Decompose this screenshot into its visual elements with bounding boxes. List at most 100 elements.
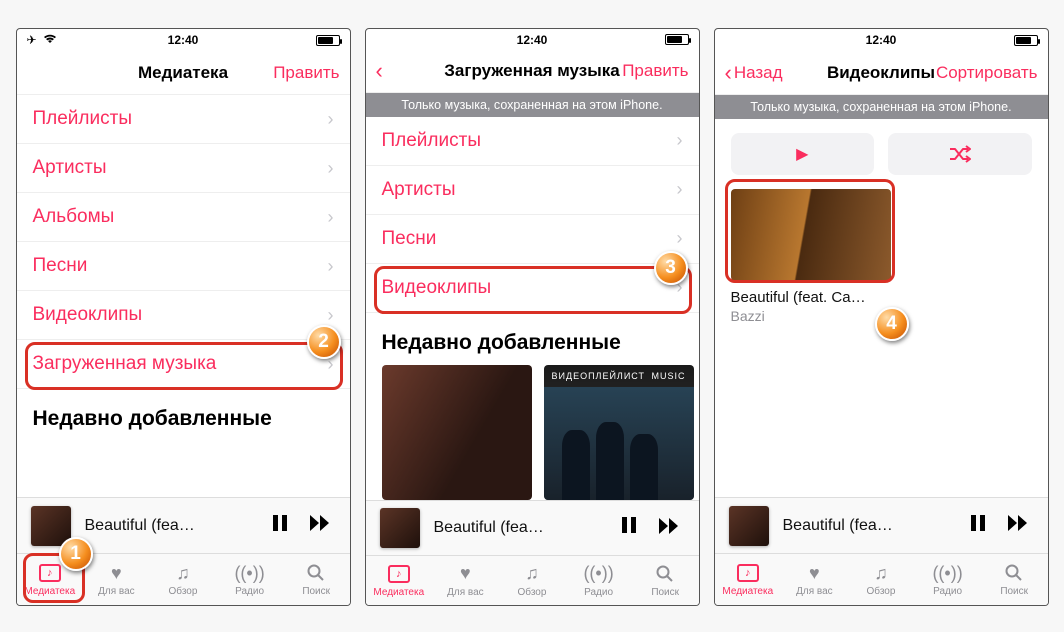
search-icon bbox=[304, 562, 328, 584]
search-icon bbox=[1002, 562, 1026, 584]
artwork-thumb[interactable] bbox=[382, 365, 532, 501]
chevron-right-icon: › bbox=[328, 256, 334, 277]
mini-player[interactable]: Beautiful (fea… bbox=[366, 500, 699, 554]
tab-search[interactable]: Поиск bbox=[283, 554, 350, 605]
shuffle-icon bbox=[949, 145, 971, 163]
row-artists[interactable]: Артисты› bbox=[366, 166, 699, 215]
recents-heading: Недавно добавленные bbox=[366, 313, 699, 365]
row-videos[interactable]: Видеоклипы › bbox=[17, 291, 350, 340]
tab-foryou[interactable]: ♥Для вас bbox=[781, 554, 848, 605]
edit-button[interactable]: Править bbox=[620, 61, 689, 81]
mini-player[interactable]: Beautiful (fea… bbox=[715, 497, 1048, 553]
tab-label: Радио bbox=[584, 587, 613, 598]
radio-icon: ((•)) bbox=[587, 563, 611, 585]
video-item[interactable]: Beautiful (feat. Ca… Bazzi bbox=[731, 189, 891, 324]
row-label: Артисты bbox=[382, 179, 456, 201]
step-badge-2: 2 bbox=[307, 325, 341, 359]
mini-player-title: Beautiful (fea… bbox=[434, 519, 603, 537]
tab-bar: Медиатека ♥Для вас ♫Обзор ((•)) Радио Пои… bbox=[715, 553, 1048, 605]
tab-label: Поиск bbox=[1000, 586, 1028, 597]
row-songs[interactable]: Песни› bbox=[366, 215, 699, 264]
chevron-right-icon: › bbox=[677, 228, 683, 249]
pause-icon[interactable] bbox=[268, 514, 292, 538]
wifi-icon bbox=[43, 33, 57, 47]
mini-player-artwork bbox=[31, 506, 71, 546]
radio-icon: ((•)) bbox=[238, 562, 262, 584]
tab-radio[interactable]: ((•)) Радио bbox=[565, 556, 632, 605]
row-artists[interactable]: Артисты› bbox=[17, 144, 350, 193]
tab-label: Поиск bbox=[302, 586, 330, 597]
row-playlists[interactable]: Плейлисты › bbox=[17, 95, 350, 144]
library-list: Плейлисты› Артисты› Альбомы› Песни› Виде… bbox=[17, 95, 350, 389]
row-songs[interactable]: Песни› bbox=[17, 242, 350, 291]
row-label: Загруженная музыка bbox=[33, 353, 217, 375]
tab-label: Радио bbox=[933, 586, 962, 597]
info-banner: Только музыка, сохраненная на этом iPhon… bbox=[715, 95, 1048, 119]
tab-browse[interactable]: ♫Обзор bbox=[150, 554, 217, 605]
row-label: Плейлисты bbox=[33, 108, 132, 130]
note-icon: ♫ bbox=[869, 562, 893, 584]
battery-icon bbox=[316, 35, 340, 46]
pause-icon[interactable] bbox=[617, 516, 641, 540]
status-time: 12:40 bbox=[168, 33, 199, 47]
row-label: Артисты bbox=[33, 157, 107, 179]
nav-header: ‹Назад Видеоклипы Сортировать bbox=[715, 51, 1048, 95]
tab-browse[interactable]: ♫Обзор bbox=[499, 556, 566, 605]
mini-player-artwork bbox=[380, 508, 420, 548]
chevron-right-icon: › bbox=[677, 130, 683, 151]
status-bar: ✈ 12:40 bbox=[17, 29, 350, 51]
chevron-left-icon: ‹ bbox=[725, 62, 732, 84]
phone-screen-2: 12:40 ‹ Загруженная музыка Править Тольк… bbox=[365, 28, 700, 606]
row-label: Плейлисты bbox=[382, 130, 481, 152]
tab-library[interactable]: Медиатека bbox=[366, 556, 433, 605]
row-playlists[interactable]: Плейлисты › bbox=[366, 117, 699, 166]
playlist-badge: ВИДЕОПЛЕЙЛИСТ bbox=[552, 371, 646, 381]
tab-label: Медиатека bbox=[24, 586, 75, 597]
video-artist: Bazzi bbox=[731, 308, 891, 324]
tab-label: Поиск bbox=[651, 587, 679, 598]
tab-label: Для вас bbox=[447, 587, 484, 598]
nav-title: Загруженная музыка bbox=[444, 61, 619, 81]
row-downloaded-music[interactable]: Загруженная музыка› bbox=[17, 340, 350, 389]
radio-icon: ((•)) bbox=[936, 562, 960, 584]
row-label: Альбомы bbox=[33, 206, 115, 228]
nav-title: Медиатека bbox=[138, 63, 228, 83]
pause-icon[interactable] bbox=[966, 514, 990, 538]
step-badge-1: 1 bbox=[59, 537, 93, 571]
row-albums[interactable]: Альбомы› bbox=[17, 193, 350, 242]
tab-foryou[interactable]: ♥Для вас bbox=[432, 556, 499, 605]
back-button[interactable]: ‹Назад bbox=[725, 62, 827, 84]
tab-search[interactable]: Поиск bbox=[632, 556, 699, 605]
status-bar: 12:40 bbox=[715, 29, 1048, 51]
edit-button[interactable]: Править bbox=[228, 63, 339, 83]
chevron-left-icon: ‹ bbox=[376, 60, 383, 82]
play-button[interactable]: ▶ bbox=[731, 133, 875, 175]
forward-icon[interactable] bbox=[655, 517, 685, 540]
status-bar: 12:40 bbox=[366, 29, 699, 50]
tab-radio[interactable]: ((•)) Радио bbox=[216, 554, 283, 605]
artwork-thumb[interactable]: ВИДЕОПЛЕЙЛИСТMUSIC bbox=[544, 365, 694, 501]
row-videos[interactable]: Видеоклипы› bbox=[366, 264, 699, 313]
tab-label: Радио bbox=[235, 586, 264, 597]
tab-foryou[interactable]: ♥Для вас bbox=[83, 554, 150, 605]
forward-icon[interactable] bbox=[306, 514, 336, 537]
back-button[interactable]: ‹ bbox=[376, 60, 445, 82]
mini-player-title: Beautiful (fea… bbox=[783, 517, 952, 535]
tab-label: Обзор bbox=[169, 586, 198, 597]
tab-search[interactable]: Поиск bbox=[981, 554, 1048, 605]
row-label: Видеоклипы bbox=[33, 304, 143, 326]
tab-radio[interactable]: ((•)) Радио bbox=[914, 554, 981, 605]
tab-library[interactable]: Медиатека bbox=[715, 554, 782, 605]
sort-button[interactable]: Сортировать bbox=[935, 63, 1037, 83]
back-label: Назад bbox=[734, 63, 783, 83]
tab-label: Для вас bbox=[796, 586, 833, 597]
tab-browse[interactable]: ♫Обзор bbox=[848, 554, 915, 605]
chevron-right-icon: › bbox=[328, 109, 334, 130]
airplane-icon: ✈ bbox=[27, 33, 37, 47]
tab-label: Для вас bbox=[98, 586, 135, 597]
step-badge-4: 4 bbox=[875, 307, 909, 341]
tab-label: Медиатека bbox=[373, 587, 424, 598]
shuffle-button[interactable] bbox=[888, 133, 1032, 175]
forward-icon[interactable] bbox=[1004, 514, 1034, 537]
chevron-right-icon: › bbox=[328, 305, 334, 326]
